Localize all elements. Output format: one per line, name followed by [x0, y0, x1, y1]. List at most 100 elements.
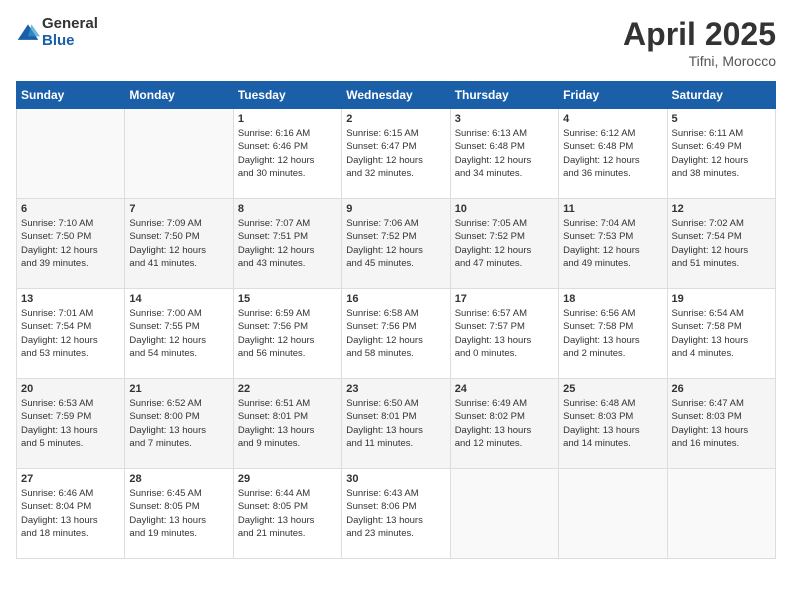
- day-number: 26: [672, 383, 771, 395]
- day-detail: Sunrise: 6:57 AMSunset: 7:57 PMDaylight:…: [455, 307, 554, 360]
- day-detail: Sunrise: 7:04 AMSunset: 7:53 PMDaylight:…: [563, 217, 662, 270]
- calendar-cell: 13 Sunrise: 7:01 AMSunset: 7:54 PMDayligh…: [17, 289, 125, 379]
- logo: General Blue: [16, 16, 98, 49]
- day-detail: Sunrise: 7:00 AMSunset: 7:55 PMDaylight:…: [129, 307, 228, 360]
- day-number: 6: [21, 203, 120, 215]
- calendar-cell: 27 Sunrise: 6:46 AMSunset: 8:04 PMDayligh…: [17, 469, 125, 559]
- calendar-cell: 23 Sunrise: 6:50 AMSunset: 8:01 PMDayligh…: [342, 379, 450, 469]
- calendar-cell: 2Sunrise: 6:15 AMSunset: 6:47 PMDaylight…: [342, 109, 450, 199]
- weekday-header: Saturday: [667, 82, 775, 109]
- calendar-cell: 11 Sunrise: 7:04 AMSunset: 7:53 PMDayligh…: [559, 199, 667, 289]
- day-number: 10: [455, 203, 554, 215]
- day-detail: Sunrise: 7:05 AMSunset: 7:52 PMDaylight:…: [455, 217, 554, 270]
- calendar-cell: 10 Sunrise: 7:05 AMSunset: 7:52 PMDayligh…: [450, 199, 558, 289]
- day-number: 1: [238, 113, 337, 125]
- title-block: April 2025 Tifni, Morocco: [623, 16, 776, 69]
- week-row: 20 Sunrise: 6:53 AMSunset: 7:59 PMDayligh…: [17, 379, 776, 469]
- week-row: 27 Sunrise: 6:46 AMSunset: 8:04 PMDayligh…: [17, 469, 776, 559]
- calendar-cell: 4 Sunrise: 6:12 AMSunset: 6:48 PMDaylight…: [559, 109, 667, 199]
- day-number: 17: [455, 293, 554, 305]
- day-detail: Sunrise: 6:54 AMSunset: 7:58 PMDaylight:…: [672, 307, 771, 360]
- day-detail: Sunrise: 7:01 AMSunset: 7:54 PMDaylight:…: [21, 307, 120, 360]
- calendar-cell: 29Sunrise: 6:44 AMSunset: 8:05 PMDayligh…: [233, 469, 341, 559]
- day-detail: Sunrise: 6:11 AMSunset: 6:49 PMDaylight:…: [672, 127, 771, 180]
- location-title: Tifni, Morocco: [623, 53, 776, 69]
- day-number: 11: [563, 203, 662, 215]
- day-detail: Sunrise: 6:47 AMSunset: 8:03 PMDaylight:…: [672, 397, 771, 450]
- day-detail: Sunrise: 6:44 AMSunset: 8:05 PMDaylight:…: [238, 487, 337, 540]
- day-detail: Sunrise: 6:13 AMSunset: 6:48 PMDaylight:…: [455, 127, 554, 180]
- day-number: 13: [21, 293, 120, 305]
- calendar-cell: 5 Sunrise: 6:11 AMSunset: 6:49 PMDaylight…: [667, 109, 775, 199]
- day-detail: Sunrise: 6:49 AMSunset: 8:02 PMDaylight:…: [455, 397, 554, 450]
- calendar-cell: 17 Sunrise: 6:57 AMSunset: 7:57 PMDayligh…: [450, 289, 558, 379]
- calendar-cell: 21Sunrise: 6:52 AMSunset: 8:00 PMDayligh…: [125, 379, 233, 469]
- week-row: 13 Sunrise: 7:01 AMSunset: 7:54 PMDayligh…: [17, 289, 776, 379]
- page-header: General Blue April 2025 Tifni, Morocco: [16, 16, 776, 69]
- weekday-header-row: SundayMondayTuesdayWednesdayThursdayFrid…: [17, 82, 776, 109]
- day-detail: Sunrise: 6:53 AMSunset: 7:59 PMDaylight:…: [21, 397, 120, 450]
- day-number: 8: [238, 203, 337, 215]
- calendar-cell: 28Sunrise: 6:45 AMSunset: 8:05 PMDayligh…: [125, 469, 233, 559]
- calendar-cell: 3 Sunrise: 6:13 AMSunset: 6:48 PMDaylight…: [450, 109, 558, 199]
- day-detail: Sunrise: 6:52 AMSunset: 8:00 PMDaylight:…: [129, 397, 228, 450]
- day-number: 18: [563, 293, 662, 305]
- day-number: 5: [672, 113, 771, 125]
- calendar-cell: 6 Sunrise: 7:10 AMSunset: 7:50 PMDaylight…: [17, 199, 125, 289]
- calendar-cell: 14 Sunrise: 7:00 AMSunset: 7:55 PMDayligh…: [125, 289, 233, 379]
- day-number: 22: [238, 383, 337, 395]
- day-detail: Sunrise: 7:02 AMSunset: 7:54 PMDaylight:…: [672, 217, 771, 270]
- week-row: 1Sunrise: 6:16 AMSunset: 6:46 PMDaylight…: [17, 109, 776, 199]
- day-number: 27: [21, 473, 120, 485]
- day-number: 20: [21, 383, 120, 395]
- day-number: 3: [455, 113, 554, 125]
- day-detail: Sunrise: 7:10 AMSunset: 7:50 PMDaylight:…: [21, 217, 120, 270]
- day-number: 16: [346, 293, 445, 305]
- weekday-header: Tuesday: [233, 82, 341, 109]
- weekday-header: Monday: [125, 82, 233, 109]
- logo-blue: Blue: [42, 33, 98, 50]
- calendar-cell: 22 Sunrise: 6:51 AMSunset: 8:01 PMDayligh…: [233, 379, 341, 469]
- logo-icon: [16, 21, 40, 45]
- day-number: 23: [346, 383, 445, 395]
- weekday-header: Friday: [559, 82, 667, 109]
- calendar-cell: 30Sunrise: 6:43 AMSunset: 8:06 PMDayligh…: [342, 469, 450, 559]
- day-detail: Sunrise: 6:51 AMSunset: 8:01 PMDaylight:…: [238, 397, 337, 450]
- day-number: 4: [563, 113, 662, 125]
- day-detail: Sunrise: 6:48 AMSunset: 8:03 PMDaylight:…: [563, 397, 662, 450]
- month-title: April 2025: [623, 16, 776, 53]
- weekday-header: Wednesday: [342, 82, 450, 109]
- day-number: 12: [672, 203, 771, 215]
- weekday-header: Thursday: [450, 82, 558, 109]
- day-number: 14: [129, 293, 228, 305]
- day-detail: Sunrise: 6:43 AMSunset: 8:06 PMDaylight:…: [346, 487, 445, 540]
- calendar-table: SundayMondayTuesdayWednesdayThursdayFrid…: [16, 81, 776, 559]
- calendar-cell: 26 Sunrise: 6:47 AMSunset: 8:03 PMDayligh…: [667, 379, 775, 469]
- day-detail: Sunrise: 6:12 AMSunset: 6:48 PMDaylight:…: [563, 127, 662, 180]
- calendar-cell: [450, 469, 558, 559]
- calendar-cell: 7Sunrise: 7:09 AMSunset: 7:50 PMDaylight…: [125, 199, 233, 289]
- day-number: 9: [346, 203, 445, 215]
- day-number: 15: [238, 293, 337, 305]
- week-row: 6 Sunrise: 7:10 AMSunset: 7:50 PMDaylight…: [17, 199, 776, 289]
- day-detail: Sunrise: 6:50 AMSunset: 8:01 PMDaylight:…: [346, 397, 445, 450]
- logo-general: General: [42, 16, 98, 33]
- day-detail: Sunrise: 6:46 AMSunset: 8:04 PMDaylight:…: [21, 487, 120, 540]
- calendar-cell: [559, 469, 667, 559]
- day-detail: Sunrise: 7:07 AMSunset: 7:51 PMDaylight:…: [238, 217, 337, 270]
- calendar-cell: 20 Sunrise: 6:53 AMSunset: 7:59 PMDayligh…: [17, 379, 125, 469]
- day-detail: Sunrise: 7:06 AMSunset: 7:52 PMDaylight:…: [346, 217, 445, 270]
- day-number: 28: [129, 473, 228, 485]
- calendar-cell: 15Sunrise: 6:59 AMSunset: 7:56 PMDayligh…: [233, 289, 341, 379]
- day-number: 24: [455, 383, 554, 395]
- calendar-cell: 1Sunrise: 6:16 AMSunset: 6:46 PMDaylight…: [233, 109, 341, 199]
- day-detail: Sunrise: 6:15 AMSunset: 6:47 PMDaylight:…: [346, 127, 445, 180]
- day-detail: Sunrise: 6:56 AMSunset: 7:58 PMDaylight:…: [563, 307, 662, 360]
- day-detail: Sunrise: 7:09 AMSunset: 7:50 PMDaylight:…: [129, 217, 228, 270]
- calendar-cell: 24 Sunrise: 6:49 AMSunset: 8:02 PMDayligh…: [450, 379, 558, 469]
- calendar-cell: 8 Sunrise: 7:07 AMSunset: 7:51 PMDaylight…: [233, 199, 341, 289]
- calendar-cell: 19Sunrise: 6:54 AMSunset: 7:58 PMDayligh…: [667, 289, 775, 379]
- calendar-cell: 16Sunrise: 6:58 AMSunset: 7:56 PMDayligh…: [342, 289, 450, 379]
- calendar-cell: [125, 109, 233, 199]
- calendar-cell: 18 Sunrise: 6:56 AMSunset: 7:58 PMDayligh…: [559, 289, 667, 379]
